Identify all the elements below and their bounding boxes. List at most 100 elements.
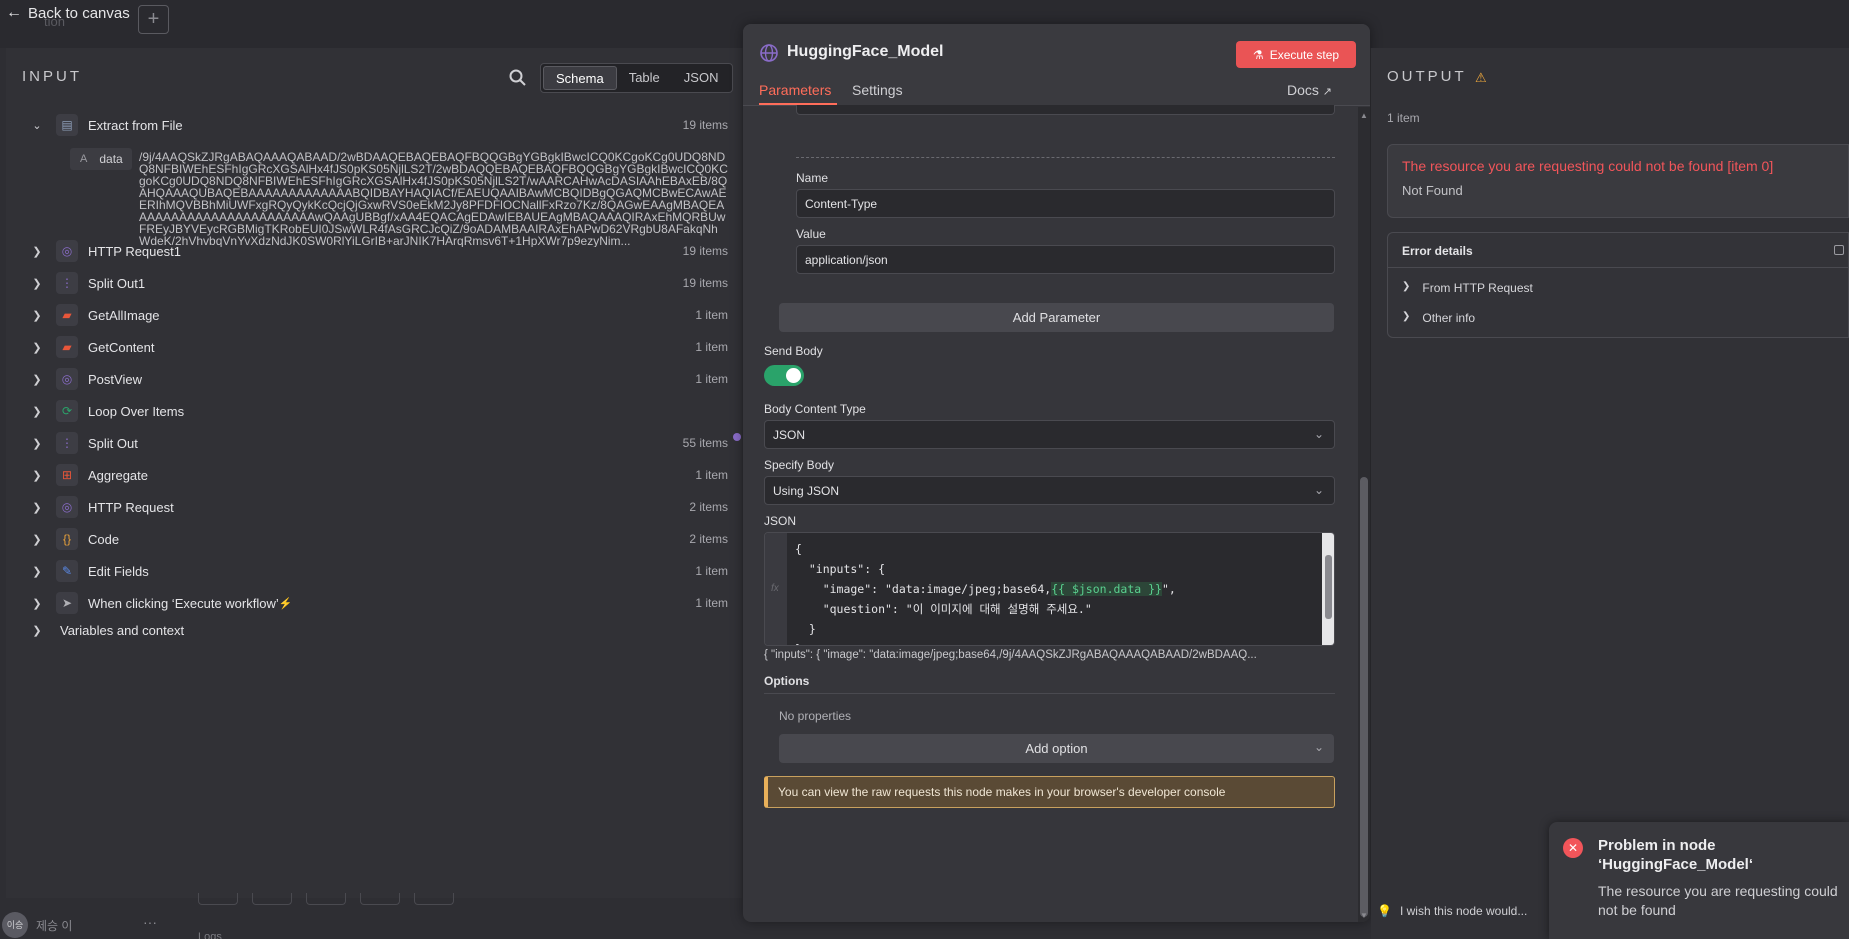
chevron-right-icon: ❯ [1402,281,1411,292]
input-node-row[interactable]: ❯ ⋮ Split Out 55 items [6,428,742,458]
output-item-count: 1 item [1387,111,1420,125]
error-title: The resource you are requesting could no… [1402,158,1774,174]
input-node-row[interactable]: ❯ ▰ GetAllImage 1 item [6,300,742,330]
chevron-right-icon[interactable]: ❯ [30,436,44,450]
node-panel-scrollbar-thumb[interactable] [1360,477,1368,917]
input-node-count: 1 item [695,372,728,386]
add-node-button[interactable]: + [138,5,169,34]
user-menu-button[interactable]: ··· [143,914,157,930]
data-field-key[interactable]: A data [70,148,132,170]
input-node-name: PostView [88,371,142,387]
editor-scrollbar[interactable] [1322,533,1334,645]
chevron-right-icon[interactable]: ❯ [30,308,44,322]
body-content-type-label: Body Content Type [764,402,866,416]
input-node-name: Split Out1 [88,275,146,291]
execute-step-button[interactable]: ⚗ Execute step [1236,41,1356,68]
globe-icon [760,44,778,62]
input-node-row[interactable]: ❯ ◎ PostView 1 item [6,364,742,394]
error-toast[interactable]: ✕ Problem in node ‘HuggingFace_Model‘ Th… [1549,822,1849,939]
globe-icon: ◎ [56,496,78,518]
input-node-row[interactable]: ❯ {} Code 2 items [6,524,742,554]
input-node-row[interactable]: ⌄ ▤ Extract from File 19 items [6,110,742,140]
specify-body-select[interactable]: Using JSON ⌄ [764,476,1335,505]
input-node-row[interactable]: ❯ ⟳ Loop Over Items [6,396,742,426]
chevron-right-icon[interactable]: ❯ [30,340,44,354]
scroll-up-icon[interactable]: ▲ [1360,111,1368,120]
fx-icon: fx [771,583,779,594]
node-parameters-body: Name Content-Type Value application/json… [743,105,1363,922]
details-other-info[interactable]: ❯ Other info [1402,311,1475,325]
scroll-down-icon[interactable]: ▼ [1360,911,1368,920]
input-node-count: 55 items [682,436,728,450]
node-panel-scrollbar[interactable]: ▲ ▼ [1358,107,1370,922]
chevron-right-icon[interactable]: ❯ [30,276,44,290]
globe-icon: ◎ [56,240,78,262]
body-content-type-select[interactable]: JSON ⌄ [764,420,1335,449]
input-node-row[interactable]: ❯ ◎ HTTP Request 2 items [6,492,742,522]
search-icon[interactable] [508,68,528,88]
header-separator [796,157,1335,158]
view-table-button[interactable]: Table [617,66,672,90]
details-from-http-request[interactable]: ❯ From HTTP Request [1402,281,1533,295]
node-title[interactable]: HuggingFace_Model [787,43,943,61]
error-details-title: Error details [1402,244,1473,258]
chevron-right-icon[interactable]: ❯ [30,500,44,514]
input-node-count: 19 items [682,118,728,132]
header-name-input[interactable]: Content-Type [796,189,1335,218]
canvas-toolbar-ghost [198,893,454,905]
options-divider [764,693,1335,694]
feedback-label: I wish this node would... [1399,904,1528,918]
add-option-select[interactable]: Add option ⌄ [779,734,1334,763]
avatar[interactable]: 이승 [2,912,28,938]
code-icon: {} [56,528,78,550]
tab-settings[interactable]: Settings [852,82,903,98]
feedback-link[interactable]: 💡 I wish this node would... [1377,904,1527,918]
toast-title: Problem in node ‘HuggingFace_Model‘ [1598,837,1754,873]
split-icon: ⋮ [56,432,78,454]
no-properties-text: No properties [779,709,852,723]
logs-label[interactable]: Logs [198,931,222,939]
cursor-icon: ➤ [56,592,78,614]
flask-icon: ⚗ [1252,47,1264,62]
chevron-down-icon[interactable]: ⌄ [30,118,44,132]
chevron-right-icon[interactable]: ❯ [30,404,44,418]
input-node-name: When clicking ‘Execute workflow’ [88,595,279,611]
input-connector-dot [733,433,741,441]
chevron-right-icon[interactable]: ❯ [30,564,44,578]
variables-context-row[interactable]: ❯ Variables and context [6,615,742,645]
chevron-right-icon[interactable]: ❯ [30,372,44,386]
view-json-button[interactable]: JSON [672,66,731,90]
chevron-right-icon[interactable]: ❯ [30,532,44,546]
node-details-panel: HuggingFace_Model ⚗ Execute step Paramet… [743,24,1370,922]
input-node-count: 1 item [695,596,728,610]
warning-icon: ⚠ [1475,70,1487,85]
editor-scrollbar-thumb[interactable] [1325,555,1332,619]
copy-icon[interactable] [1834,245,1844,255]
input-node-row[interactable]: ❯ ▰ GetContent 1 item [6,332,742,362]
input-node-row[interactable]: ❯ ⊞ Aggregate 1 item [6,460,742,490]
data-field-value: /9j/4AAQSkZJRgABAQAAAQABAAD/2wBDAAQEBAQE… [139,151,728,247]
input-node-row[interactable]: ❯ ➤ When clicking ‘Execute workflow’ ⚡ 1 it… [6,588,742,618]
tab-parameters[interactable]: Parameters [759,82,831,98]
add-parameter-button[interactable]: Add Parameter [779,303,1334,332]
chevron-down-icon: ⌄ [1313,483,1324,497]
docs-link[interactable]: Docs ↗ [1287,82,1332,98]
user-name: 제승 이 [36,919,73,933]
variables-context-label: Variables and context [60,622,185,638]
json-code[interactable]: { "inputs": { "image": "data:image/jpeg;… [795,539,1176,645]
editor-gutter: fx [765,533,787,645]
input-node-row[interactable]: ❯ ⋮ Split Out1 19 items [6,268,742,298]
input-node-count: 1 item [695,468,728,482]
input-node-count: 19 items [682,276,728,290]
chevron-right-icon[interactable]: ❯ [30,596,44,610]
chevron-right-icon[interactable]: ❯ [30,244,44,258]
send-body-toggle[interactable] [764,365,804,386]
output-panel-title: OUTPUT [1387,68,1467,85]
input-node-row[interactable]: ❯ ✎ Edit Fields 1 item [6,556,742,586]
back-to-canvas-button[interactable]: ← Back to canvas [6,4,130,22]
json-result-preview: { "inputs": { "image": "data:image/jpeg;… [764,649,1257,661]
header-value-input[interactable]: application/json [796,245,1335,274]
json-body-editor[interactable]: fx { "inputs": { "image": "data:image/jp… [764,532,1335,646]
chevron-right-icon[interactable]: ❯ [30,468,44,482]
view-schema-button[interactable]: Schema [543,66,617,90]
